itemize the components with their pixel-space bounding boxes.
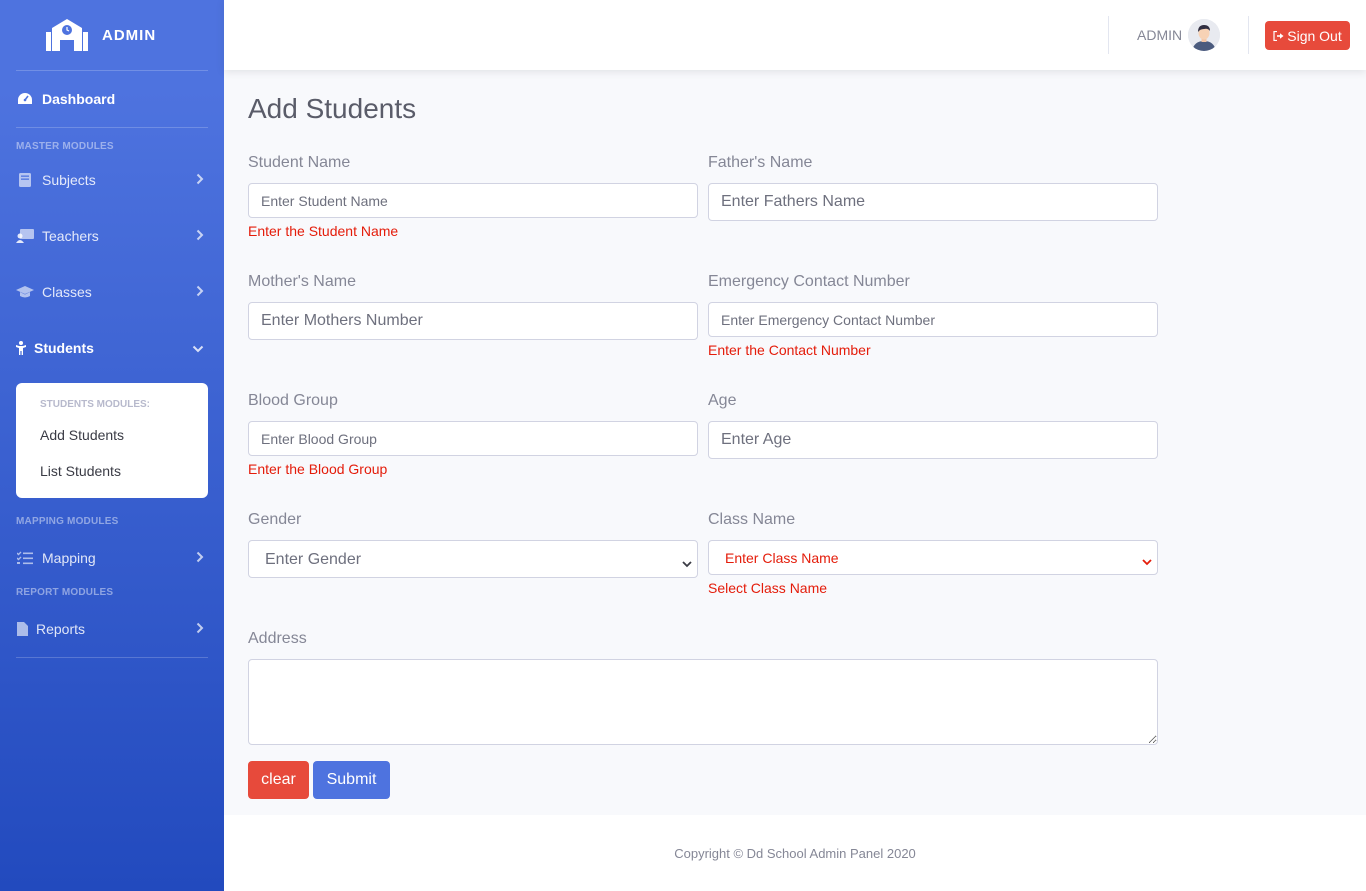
submenu-item-add-students[interactable]: Add Students: [40, 427, 208, 443]
student-name-error: Enter the Student Name: [248, 223, 399, 239]
chalkboard-teacher-icon: [16, 229, 34, 243]
gender-label: Gender: [248, 511, 302, 528]
chevron-right-icon: [196, 621, 204, 637]
sidebar-item-mapping[interactable]: Mapping: [0, 530, 224, 586]
student-name-label: Student Name: [248, 154, 351, 171]
chevron-right-icon: [196, 284, 204, 300]
sidebar-item-teachers[interactable]: Teachers: [0, 208, 224, 264]
father-name-input[interactable]: [708, 183, 1158, 221]
footer: Copyright © Dd School Admin Panel 2020: [224, 815, 1366, 891]
sidebar-item-students[interactable]: Students: [0, 320, 224, 376]
sidebar-item-classes[interactable]: Classes: [0, 264, 224, 320]
mother-name-label: Mother's Name: [248, 273, 356, 290]
school-icon: [46, 19, 88, 51]
submenu-heading: STUDENTS MODULES:: [40, 399, 150, 410]
clear-button[interactable]: clear: [248, 761, 309, 799]
sidebar-item-subjects[interactable]: Subjects: [0, 152, 224, 208]
chevron-right-icon: [196, 172, 204, 188]
section-heading-mapping: MAPPING MODULES: [16, 516, 119, 527]
blood-group-error: Enter the Blood Group: [248, 461, 388, 477]
sidebar-item-label: Classes: [42, 284, 92, 300]
child-icon: [16, 341, 26, 355]
section-heading-master: MASTER MODULES: [16, 141, 114, 152]
copyright-text: Copyright © Dd School Admin Panel 2020: [674, 845, 916, 861]
user-name[interactable]: ADMIN: [1137, 27, 1182, 43]
class-name-error: Select Class Name: [708, 580, 828, 596]
book-icon: [16, 173, 34, 187]
submit-button[interactable]: Submit: [313, 761, 390, 799]
student-name-input[interactable]: [248, 183, 698, 218]
address-textarea[interactable]: [248, 659, 1158, 745]
class-name-label: Class Name: [708, 511, 796, 528]
sidebar-item-reports[interactable]: Reports: [0, 601, 224, 657]
dashboard-icon: [16, 92, 34, 106]
tasks-icon: [16, 551, 34, 565]
sidebar-item-label: Mapping: [42, 550, 96, 566]
emergency-contact-label: Emergency Contact Number: [708, 273, 910, 290]
topbar-divider: [1248, 16, 1249, 54]
sidebar: ADMIN Dashboard MASTER MODULES Subjects …: [0, 0, 224, 891]
brand[interactable]: ADMIN: [0, 0, 224, 70]
avatar[interactable]: [1188, 19, 1220, 51]
topbar-divider: [1108, 16, 1109, 54]
sidebar-item-label: Dashboard: [42, 91, 116, 107]
sidebar-item-label: Teachers: [42, 228, 99, 244]
sign-out-label: Sign Out: [1287, 27, 1342, 44]
chevron-down-icon: [192, 340, 204, 356]
sidebar-item-label: Reports: [36, 621, 86, 637]
sign-out-icon: [1273, 28, 1285, 44]
age-input[interactable]: [708, 421, 1158, 459]
chevron-right-icon: [196, 550, 204, 566]
blood-group-input[interactable]: [248, 421, 698, 456]
class-name-select[interactable]: Enter Class Name: [708, 540, 1158, 575]
graduation-cap-icon: [16, 285, 34, 299]
sidebar-item-label: Students: [34, 340, 94, 356]
mother-name-input[interactable]: [248, 302, 698, 340]
sidebar-divider: [16, 657, 208, 658]
topbar: ADMIN Sign Out: [224, 0, 1366, 70]
father-name-label: Father's Name: [708, 154, 813, 171]
sidebar-item-label: Subjects: [42, 172, 96, 188]
sign-out-button[interactable]: Sign Out: [1265, 21, 1350, 50]
students-submenu: STUDENTS MODULES: Add Students List Stud…: [16, 383, 208, 498]
page-title: Add Students: [248, 93, 417, 124]
section-heading-report: REPORT MODULES: [16, 587, 114, 598]
emergency-contact-error: Enter the Contact Number: [708, 342, 871, 358]
file-icon: [16, 622, 28, 636]
address-label: Address: [248, 630, 307, 647]
brand-name: ADMIN: [102, 26, 157, 44]
age-label: Age: [708, 392, 737, 409]
emergency-contact-input[interactable]: [708, 302, 1158, 337]
sidebar-item-dashboard[interactable]: Dashboard: [0, 71, 224, 127]
gender-select[interactable]: Enter Gender: [248, 540, 698, 578]
chevron-right-icon: [196, 228, 204, 244]
blood-group-label: Blood Group: [248, 392, 338, 409]
submenu-item-list-students[interactable]: List Students: [40, 463, 208, 479]
